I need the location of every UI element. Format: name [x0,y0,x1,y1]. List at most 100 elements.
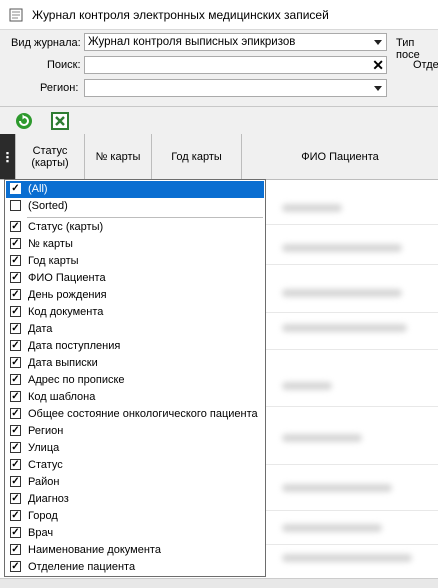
column-header-patient-name[interactable]: ФИО Пациента [242,134,438,179]
checkbox-checked-icon[interactable]: ✓ [10,183,21,194]
checkbox-checked-icon[interactable]: ✓ [10,408,21,419]
chevron-down-icon[interactable] [374,86,382,91]
checkbox-checked-icon[interactable]: ✓ [10,340,21,351]
redacted-cell [282,324,407,332]
redacted-cell [282,524,382,532]
filter-panel: Вид журнала: Журнал контроля выписных эп… [0,30,438,102]
row-divider [266,349,438,350]
column-filter-item-label: Город [28,510,58,522]
redacted-cell [282,484,392,492]
column-filter-item[interactable]: (Sorted) [6,198,264,215]
column-filter-item-label: Дата [28,323,53,335]
checkbox-checked-icon[interactable]: ✓ [10,425,21,436]
row-divider [266,224,438,225]
column-filter-item[interactable]: ✓ Улица [6,440,264,457]
checkbox-checked-icon[interactable]: ✓ [10,323,21,334]
column-filter-item[interactable]: ✓ Регион [6,423,264,440]
checkbox-checked-icon[interactable]: ✓ [10,476,21,487]
column-filter-item-label: Дата поступления [28,340,121,352]
column-filter-item-label: Район [28,476,60,488]
checkbox-checked-icon[interactable]: ✓ [10,374,21,385]
column-filter-item-label: № карты [28,238,73,250]
column-filter-item[interactable]: ✓ Статус (карты) [6,219,264,236]
column-filter-item[interactable]: ✓ Дата [6,321,264,338]
search-label: Поиск: [47,59,81,71]
column-filter-item-label: День рождения [28,289,107,301]
journal-icon [9,8,23,22]
search-input[interactable]: ✕ [84,56,387,74]
column-header-card-year[interactable]: Год карты [152,134,242,179]
column-filter-dropdown: ✓ (All) (Sorted) ✓ Статус (карты) ✓ № карты ✓ Го… [4,179,266,577]
column-filter-item-label: Дата выписки [28,357,98,369]
column-filter-item-label: Адрес по прописке [28,374,125,386]
chevron-down-icon[interactable] [374,40,382,45]
column-filter-item[interactable]: ✓ ФИО Пациента [6,270,264,287]
column-filter-item[interactable]: ✓ Год карты [6,253,264,270]
journal-type-select[interactable]: Журнал контроля выписных эпикризов [84,33,387,51]
checkbox-checked-icon[interactable]: ✓ [10,561,21,572]
column-filter-item[interactable]: ✓ Адрес по прописке [6,372,264,389]
column-filter-item[interactable]: ✓ Диагноз [6,491,264,508]
checkbox-checked-icon[interactable]: ✓ [10,493,21,504]
row-divider [266,312,438,313]
clear-search-icon[interactable]: ✕ [372,57,384,73]
checkbox-checked-icon[interactable]: ✓ [10,527,21,538]
row-divider [266,406,438,407]
column-filter-item-label: Врач [28,527,54,539]
redacted-cell [282,204,342,212]
journal-type-value: Журнал контроля выписных эпикризов [88,36,296,48]
column-filter-item[interactable]: ✓ Код шаблона [6,389,264,406]
column-filter-item[interactable]: ✓ Наименование документа [6,542,264,559]
excel-export-icon[interactable] [50,111,70,131]
column-filter-item-label: Наименование документа [28,544,161,556]
journal-type-label: Вид журнала: [11,37,81,49]
row-divider [266,544,438,545]
column-filter-item[interactable]: ✓ Врач [6,525,264,542]
checkbox-checked-icon[interactable]: ✓ [10,255,21,266]
column-header-card-number[interactable]: № карты [85,134,152,179]
checkbox-checked-icon[interactable]: ✓ [10,391,21,402]
checkbox-checked-icon[interactable]: ✓ [10,510,21,521]
column-header-status[interactable]: Статус (карты) [16,134,85,179]
redacted-cell [282,289,402,297]
column-filter-item[interactable]: ✓ Код документа [6,304,264,321]
column-chooser-button[interactable]: ▪ ▪ ▪ [0,134,16,179]
checkbox-checked-icon[interactable]: ✓ [10,544,21,555]
checkbox-checked-icon[interactable]: ✓ [10,442,21,453]
checkbox-checked-icon[interactable]: ✓ [10,221,21,232]
row-divider [266,464,438,465]
redacted-cell [282,434,362,442]
column-filter-item-label: (All) [28,183,48,195]
column-filter-item[interactable]: ✓ (All) [6,181,264,198]
checkbox-checked-icon[interactable]: ✓ [10,459,21,470]
toolbar [0,106,438,134]
post-type-label: Тип посе [396,37,420,61]
horizontal-scrollbar[interactable] [0,578,438,588]
column-filter-item-label: Отделение пациента [28,561,136,573]
checkbox-checked-icon[interactable]: ✓ [10,272,21,283]
column-filter-item[interactable]: ✓ Отделение пациента [6,559,264,576]
grid-header: ▪ ▪ ▪ Статус (карты) № карты Год карты ФИО… [0,134,438,180]
region-select[interactable] [84,79,387,97]
column-filter-item[interactable]: ✓ Дата выписки [6,355,264,372]
column-filter-item[interactable]: ✓ Статус [6,457,264,474]
redacted-cell [282,244,402,252]
checkbox-checked-icon[interactable]: ✓ [10,238,21,249]
checkbox-checked-icon[interactable]: ✓ [10,289,21,300]
window-title: Журнал контроля электронных медицинских … [32,8,329,22]
region-label: Регион: [40,82,79,94]
column-filter-item[interactable]: ✓ № карты [6,236,264,253]
checkbox-unchecked-icon[interactable] [10,200,21,211]
column-filter-item[interactable]: ✓ Район [6,474,264,491]
title-bar: Журнал контроля электронных медицинских … [0,0,438,30]
column-filter-item[interactable]: ✓ Общее состояние онкологического пациент… [6,406,264,423]
refresh-icon[interactable] [14,111,34,131]
column-filter-item[interactable]: ✓ Город [6,508,264,525]
column-filter-item-label: Год карты [28,255,79,267]
checkbox-checked-icon[interactable]: ✓ [10,306,21,317]
column-filter-item[interactable]: ✓ Дата поступления [6,338,264,355]
checkbox-checked-icon[interactable]: ✓ [10,357,21,368]
column-filter-item[interactable]: ✓ День рождения [6,287,264,304]
column-filter-item-label: Общее состояние онкологического пациента [28,408,258,420]
row-divider [266,264,438,265]
